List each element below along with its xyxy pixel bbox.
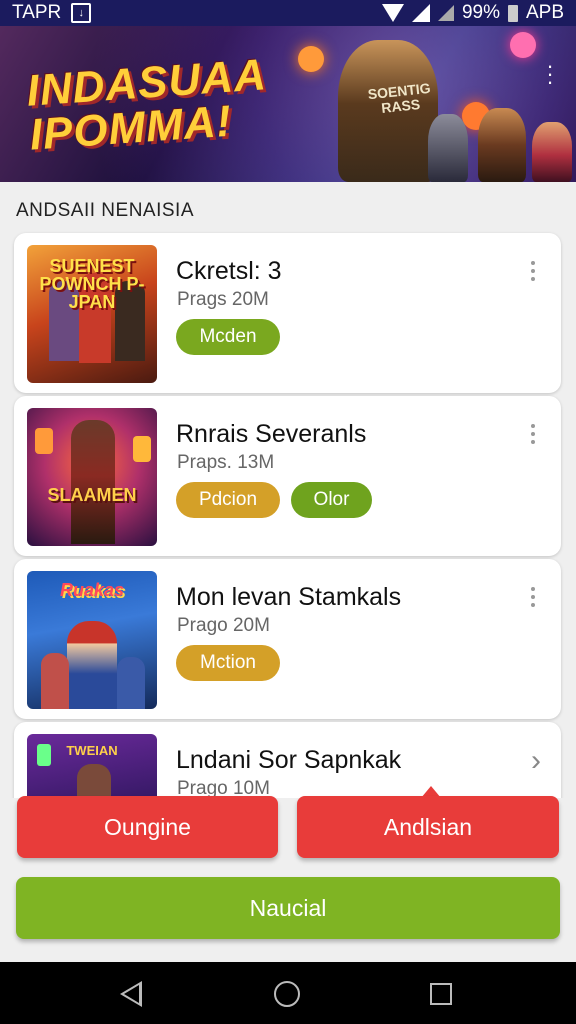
tag-chip[interactable]: Olor (291, 482, 372, 518)
game-title: Rnrais Severanls (176, 420, 367, 448)
home-icon[interactable] (274, 981, 300, 1007)
banner-more-icon[interactable]: · · · (546, 55, 554, 93)
status-right-label: APB (525, 2, 564, 23)
game-subtitle: Praps. 13M (177, 452, 275, 473)
game-title: Mon levan Stamkals (176, 583, 402, 611)
status-bar: TAPR ↓ 99% APB (0, 0, 576, 26)
game-title: Ckretsl: 3 (176, 257, 282, 285)
signal-icon-2 (437, 5, 454, 21)
thumbnail-text: TWEIAN (66, 743, 118, 758)
more-options-icon[interactable] (531, 587, 537, 607)
promo-banner[interactable]: SOENTIG RASS INDASUAA IPOMMA! · · · (0, 26, 576, 182)
game-card[interactable]: SLAAMEN Rnrais Severanls Praps. 13M Pdci… (14, 396, 561, 556)
left-action-button[interactable]: Oungine (17, 796, 278, 858)
game-card[interactable]: Ruakas Mon levan Stamkals Prago 20M Mcti… (14, 559, 561, 719)
wifi-icon (381, 4, 404, 22)
more-options-icon[interactable] (531, 261, 537, 281)
game-thumbnail: SLAAMEN (27, 408, 157, 546)
tag-chip[interactable]: Mcden (176, 319, 280, 355)
banner-orb (510, 32, 536, 58)
banner-hero-figure (478, 108, 526, 182)
game-thumbnail: Ruakas (27, 571, 157, 709)
game-card[interactable]: SUENEST POWNCH P-JPAN Ckretsl: 3 Prags 2… (14, 233, 561, 393)
tag-chip[interactable]: Pdcion (176, 482, 280, 518)
thumbnail-text: SLAAMEN (47, 485, 137, 505)
game-subtitle: Prago 20M (177, 615, 270, 636)
right-action-button[interactable]: Andlsian (297, 796, 559, 858)
more-options-icon[interactable] (531, 424, 537, 444)
chevron-right-icon[interactable]: › (531, 744, 541, 778)
tag-chip[interactable]: Mction (176, 645, 280, 681)
thumbnail-text: SUENEST POWNCH P-JPAN (39, 256, 145, 312)
section-title: ANDSAII NENAISIA (16, 200, 194, 221)
battery-percent: 99% (461, 2, 500, 23)
banner-hero-figure (428, 114, 468, 182)
game-subtitle: Prags 20M (177, 289, 269, 310)
battery-icon (507, 4, 518, 22)
banner-hero-figure (532, 122, 572, 182)
game-title: Lndani Sor Sapnkak (176, 746, 402, 774)
game-thumbnail: SUENEST POWNCH P-JPAN (27, 245, 157, 383)
thumbnail-text: Ruakas (59, 580, 125, 600)
recent-apps-icon[interactable] (430, 983, 452, 1005)
back-icon-inner (124, 985, 139, 1003)
carrier-label: TAPR (12, 2, 62, 23)
primary-action-button[interactable]: Naucial (16, 877, 560, 939)
download-icon: ↓ (71, 3, 92, 23)
signal-icon (411, 4, 430, 22)
